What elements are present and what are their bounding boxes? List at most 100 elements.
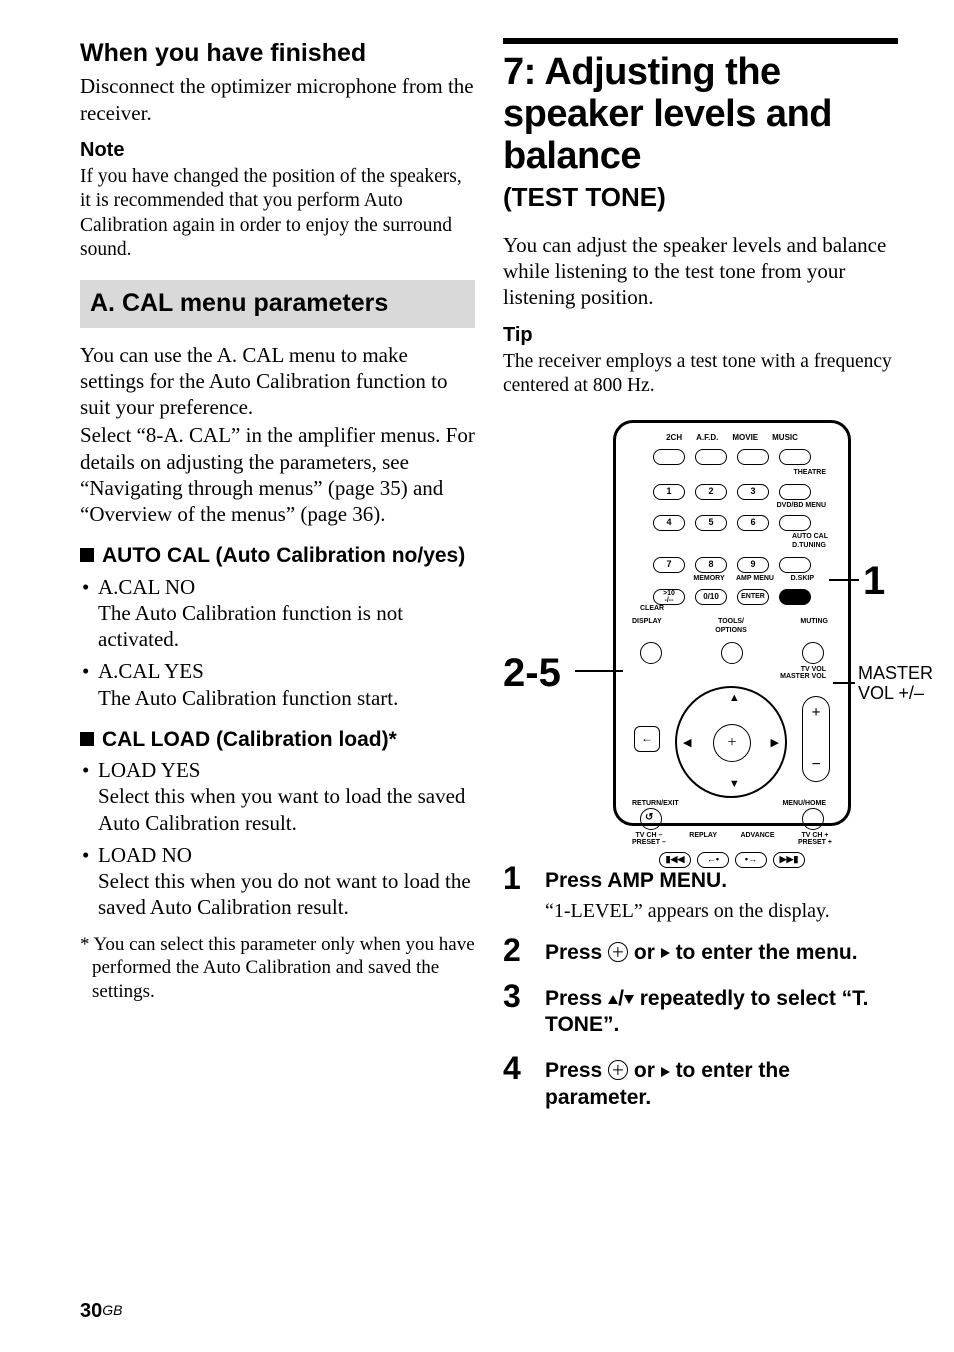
item-label: LOAD YES: [98, 758, 200, 782]
remote-key: 3: [737, 484, 769, 500]
page-number-value: 30: [80, 1300, 102, 1322]
finished-heading: When you have finished: [80, 38, 475, 69]
remote-label: TV CH +: [801, 832, 828, 839]
autocal-heading-text: AUTO CAL (Auto Calibration no/yes): [102, 543, 465, 569]
finished-text: Disconnect the optimizer microphone from…: [80, 73, 475, 126]
item-desc: The Auto Calibration function is not act…: [98, 600, 475, 653]
remote-label: MOVIE: [732, 433, 758, 443]
calload-heading: CAL LOAD (Calibration load)*: [80, 727, 475, 753]
remote-label: MENU/HOME: [782, 800, 826, 809]
remote-label: ADVANCE: [740, 832, 774, 846]
remote-label: MASTER VOL: [780, 673, 826, 680]
section-subtitle: (TEST TONE): [503, 181, 898, 214]
remote-key: 0/10: [695, 589, 727, 605]
square-bullet-icon: [80, 732, 94, 746]
square-bullet-icon: [80, 548, 94, 562]
step-title: Press / repeatedly to select “T. TONE”.: [545, 986, 898, 1039]
step: 3 Press / repeatedly to select “T. TONE”…: [503, 980, 898, 1043]
item-label: A.CAL YES: [98, 659, 204, 683]
acal-intro-1: You can use the A. CAL menu to make sett…: [80, 342, 475, 421]
step-number: 4: [503, 1052, 545, 1084]
list-item: A.CAL YES The Auto Calibration function …: [80, 658, 475, 711]
autocal-list: A.CAL NO The Auto Calibration function i…: [80, 574, 475, 711]
remote-label: CLEAR: [616, 605, 848, 614]
step: 1 Press AMP MENU. “1-LEVEL” appears on t…: [503, 862, 898, 923]
footnote: * You can select this parameter only whe…: [80, 933, 475, 1004]
list-item: LOAD NO Select this when you do not want…: [80, 842, 475, 921]
step-number: 2: [503, 934, 545, 966]
remote-label: THEATRE: [616, 469, 848, 478]
remote-label: AUTO CAL: [616, 533, 848, 542]
callout-1: 1: [863, 556, 885, 606]
callout-lead: [833, 682, 855, 684]
remote-label: MUSIC: [772, 433, 798, 443]
remote-label: AMP MENU: [734, 575, 776, 584]
step-title: Press or to enter the parameter.: [545, 1058, 898, 1111]
nav-pad-icon: + ▲ ▼ ◀ ▶: [675, 686, 787, 798]
remote-label: 2CH: [666, 433, 682, 443]
remote-key: 5: [695, 515, 727, 531]
callout-lead: [829, 579, 859, 581]
remote-label: DISPLAY: [632, 618, 662, 636]
page-columns: When you have finished Disconnect the op…: [80, 38, 898, 1125]
acal-intro-2: Select “8-A. CAL” in the amplifier menus…: [80, 422, 475, 527]
remote-label: DVD/BD MENU: [616, 502, 848, 509]
remote-key: 8: [695, 557, 727, 573]
step: 2 Press or to enter the menu.: [503, 934, 898, 970]
item-desc: The Auto Calibration function start.: [98, 685, 475, 711]
page-number: 30GB: [80, 1299, 122, 1324]
step-desc: “1-LEVEL” appears on the display.: [545, 899, 898, 924]
steps-list: 1 Press AMP MENU. “1-LEVEL” appears on t…: [503, 862, 898, 1115]
enter-button-icon: +: [713, 724, 751, 762]
step-number: 3: [503, 980, 545, 1012]
list-item: A.CAL NO The Auto Calibration function i…: [80, 574, 475, 653]
section-intro: You can adjust the speaker levels and ba…: [503, 232, 898, 311]
remote-label: D.TUNING: [616, 542, 848, 551]
remote-label: MUTING: [800, 618, 828, 636]
right-column: 7: Adjusting the speaker levels and bala…: [503, 38, 898, 1125]
remote-key: ENTER: [737, 589, 769, 605]
remote-key: 7: [653, 557, 685, 573]
note-text: If you have changed the position of the …: [80, 165, 475, 263]
step-title: Press or to enter the menu.: [545, 940, 898, 966]
remote-label: TV CH –: [636, 832, 663, 839]
callout-2-5: 2-5: [503, 648, 561, 698]
step-title: Press AMP MENU.: [545, 868, 898, 894]
remote-key: 2: [695, 484, 727, 500]
step-number: 1: [503, 862, 545, 894]
remote-label: D.SKIP: [784, 575, 814, 584]
callout-lead: [575, 670, 623, 672]
remote-label: REPLAY: [689, 832, 717, 846]
remote-label: A.F.D.: [696, 433, 718, 443]
section-title: 7: Adjusting the speaker levels and bala…: [503, 52, 898, 177]
remote-label: TV VOL: [801, 666, 826, 673]
arrow-right-icon: [661, 1067, 670, 1077]
enter-icon: [608, 1060, 628, 1080]
remote-key: 1: [653, 484, 685, 500]
acal-band-heading: A. CAL menu parameters: [80, 280, 475, 327]
remote-key: 6: [737, 515, 769, 531]
remote-key: >10-/--: [653, 589, 685, 605]
remote-key: 9: [737, 557, 769, 573]
arrow-right-icon: [661, 948, 670, 958]
item-desc: Select this when you want to load the sa…: [98, 783, 475, 836]
remote-figure: 2CH A.F.D. MOVIE MUSIC THEATRE 123 DVD/B…: [503, 416, 898, 846]
left-column: When you have finished Disconnect the op…: [80, 38, 475, 1125]
tip-text: The receiver employs a test tone with a …: [503, 350, 898, 399]
remote-label: PRESET +: [798, 839, 832, 846]
remote-outline: 2CH A.F.D. MOVIE MUSIC THEATRE 123 DVD/B…: [613, 420, 851, 826]
arrow-down-icon: [624, 995, 634, 1004]
list-item: LOAD YES Select this when you want to lo…: [80, 757, 475, 836]
section-rule: [503, 38, 898, 44]
callout-master-vol: MASTER VOL +/–: [858, 664, 933, 704]
step: 4 Press or to enter the parameter.: [503, 1052, 898, 1115]
remote-key: 4: [653, 515, 685, 531]
page-number-suffix: GB: [102, 1302, 122, 1318]
arrow-up-icon: [608, 995, 618, 1004]
item-label: A.CAL NO: [98, 575, 195, 599]
remote-label: RETURN/EXIT: [632, 800, 679, 809]
enter-icon: [608, 942, 628, 962]
remote-label: PRESET –: [632, 839, 666, 846]
item-desc: Select this when you do not want to load…: [98, 868, 475, 921]
remote-label: MEMORY: [692, 575, 726, 584]
